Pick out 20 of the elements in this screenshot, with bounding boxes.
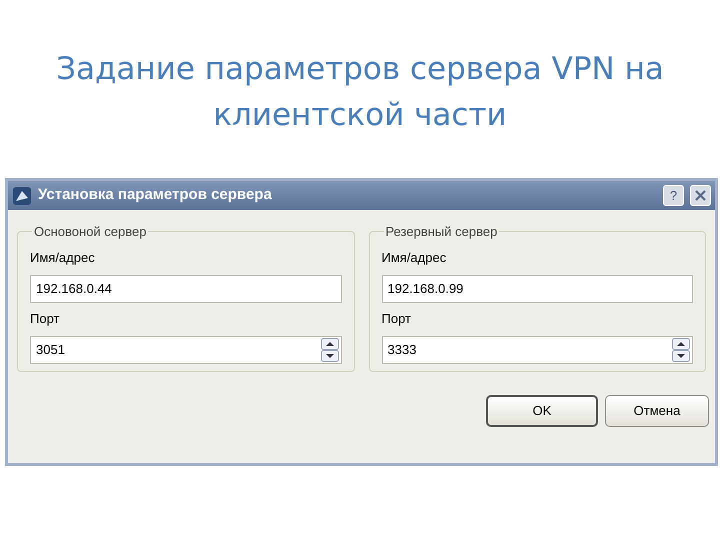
spin-field[interactable]: 3051 xyxy=(30,336,342,364)
field-label: Порт xyxy=(30,310,60,328)
group-legend: Резервный сервер xyxy=(384,222,500,242)
spin-field[interactable]: 3333 xyxy=(382,336,693,364)
slide-title: Задание параметров сервера VPN на клиентской части xyxy=(55,50,665,135)
help-button[interactable]: ? xyxy=(663,185,684,206)
group-legend: Основоной сервер xyxy=(32,222,148,242)
spin-arrows-icon[interactable] xyxy=(672,338,690,362)
field-label: Имя/адрес xyxy=(30,248,96,267)
field-label: Имя/адрес xyxy=(382,248,448,267)
app-icon xyxy=(12,186,32,206)
dialog-button[interactable]: Отмена xyxy=(605,395,709,427)
close-button[interactable] xyxy=(690,185,711,206)
spin-arrows-icon[interactable] xyxy=(320,338,338,362)
window-title: Установка параметров сервера xyxy=(38,185,273,206)
dialog-button[interactable]: OK xyxy=(486,395,598,427)
text-field[interactable]: 192.168.0.99 xyxy=(382,274,693,302)
field-label: Порт xyxy=(382,310,412,328)
close-icon xyxy=(695,190,706,201)
text-field[interactable]: 192.168.0.44 xyxy=(30,274,342,302)
